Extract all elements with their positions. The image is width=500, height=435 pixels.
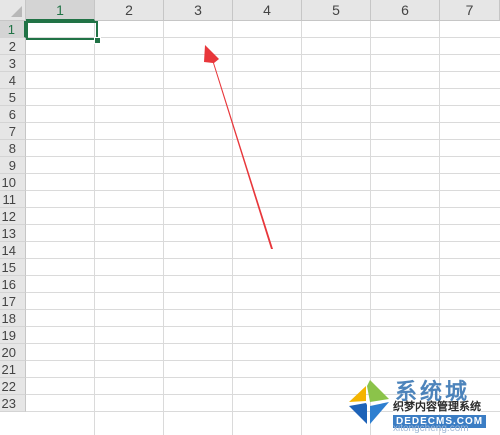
- row-header-20[interactable]: 20: [0, 344, 26, 361]
- watermark: 系统城 织梦内容管理系统 DEDECMS.COM xitongcheng.com: [345, 378, 500, 435]
- watermark-site: xitongcheng.com: [393, 423, 469, 434]
- row-header-4[interactable]: 4: [0, 72, 26, 89]
- row-gridline: [26, 292, 500, 293]
- select-all-corner[interactable]: [0, 0, 26, 21]
- row-header-7[interactable]: 7: [0, 123, 26, 140]
- row-header-21[interactable]: 21: [0, 361, 26, 378]
- row-header-12[interactable]: 12: [0, 208, 26, 225]
- row-gridline: [26, 258, 500, 259]
- column-header-3[interactable]: 3: [164, 0, 233, 21]
- row-header-16[interactable]: 16: [0, 276, 26, 293]
- fill-handle[interactable]: [94, 37, 101, 44]
- spreadsheet-grid: 1234567 1 2 3 4 5 6 7 8 9 10 11 12 13 14 15 16 17 18 19 20 2…: [0, 0, 500, 435]
- row-header-1[interactable]: 1: [0, 21, 26, 38]
- column-gridline: [232, 21, 233, 435]
- row-gridline: [26, 71, 500, 72]
- row-gridline: [26, 241, 500, 242]
- active-cell[interactable]: [26, 21, 98, 40]
- row-gridline: [26, 156, 500, 157]
- column-gridline: [163, 21, 164, 435]
- row-gridline: [26, 122, 500, 123]
- windows-logo-icon: [349, 380, 389, 424]
- row-header-2[interactable]: 2: [0, 38, 26, 55]
- row-header-3[interactable]: 3: [0, 55, 26, 72]
- column-header-2[interactable]: 2: [95, 0, 164, 21]
- row-header-13[interactable]: 13: [0, 225, 26, 242]
- row-gridline: [26, 54, 500, 55]
- row-header-19[interactable]: 19: [0, 327, 26, 344]
- row-gridline: [26, 326, 500, 327]
- column-gridline: [370, 21, 371, 435]
- row-gridline: [26, 190, 500, 191]
- row-header-18[interactable]: 18: [0, 310, 26, 327]
- column-header-7[interactable]: 7: [440, 0, 500, 21]
- row-header-11[interactable]: 11: [0, 191, 26, 208]
- row-gridline: [26, 343, 500, 344]
- row-header-23[interactable]: 23: [0, 395, 26, 412]
- column-gridline: [301, 21, 302, 435]
- row-gridline: [26, 207, 500, 208]
- row-gridline: [26, 139, 500, 140]
- watermark-subtitle: 织梦内容管理系统: [393, 401, 481, 414]
- row-header-6[interactable]: 6: [0, 106, 26, 123]
- row-gridline: [26, 275, 500, 276]
- column-header-6[interactable]: 6: [371, 0, 440, 21]
- row-header-17[interactable]: 17: [0, 293, 26, 310]
- row-gridline: [26, 173, 500, 174]
- row-header-15[interactable]: 15: [0, 259, 26, 276]
- column-header-4[interactable]: 4: [233, 0, 302, 21]
- column-header-5[interactable]: 5: [302, 0, 371, 21]
- row-gridline: [26, 88, 500, 89]
- column-gridline: [439, 21, 440, 435]
- column-header-1[interactable]: 1: [26, 0, 95, 21]
- row-gridline: [26, 105, 500, 106]
- row-header-10[interactable]: 10: [0, 174, 26, 191]
- row-header-14[interactable]: 14: [0, 242, 26, 259]
- row-header-8[interactable]: 8: [0, 140, 26, 157]
- row-header-9[interactable]: 9: [0, 157, 26, 174]
- row-gridline: [26, 309, 500, 310]
- row-gridline: [26, 360, 500, 361]
- row-header-5[interactable]: 5: [0, 89, 26, 106]
- row-gridline: [26, 224, 500, 225]
- select-all-triangle-icon: [11, 6, 22, 17]
- row-header-22[interactable]: 22: [0, 378, 26, 395]
- column-gridline: [94, 21, 95, 435]
- cell-grid[interactable]: [26, 21, 500, 435]
